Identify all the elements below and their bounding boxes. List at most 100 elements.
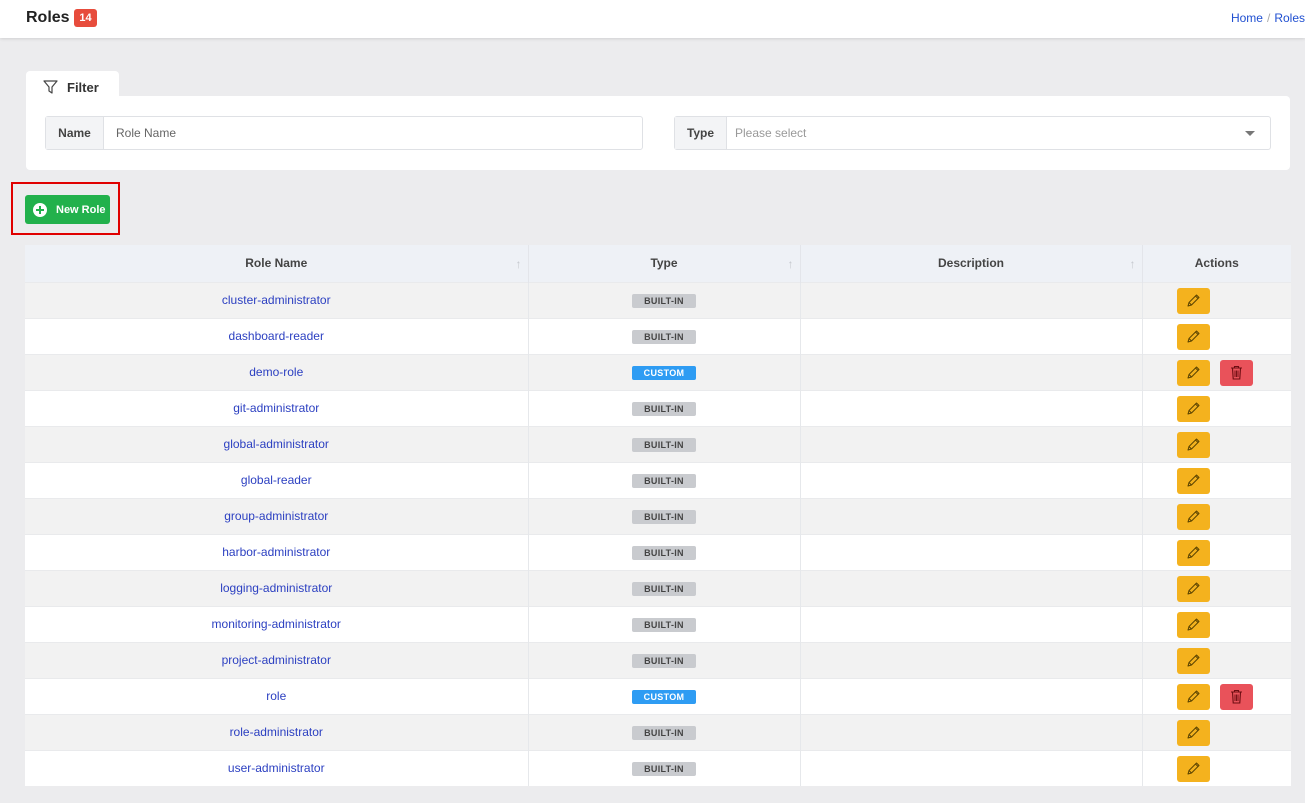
role-type-badge: BUILT-IN [632, 581, 696, 596]
edit-role-button[interactable] [1176, 431, 1210, 458]
filter-tab-label: Filter [67, 80, 99, 95]
role-description-cell [800, 425, 1143, 462]
role-description-cell [800, 353, 1143, 390]
role-name-link[interactable]: harbor-administrator [222, 545, 330, 559]
delete-role-button[interactable] [1219, 359, 1253, 386]
column-header-description[interactable]: Description ↑ [800, 245, 1143, 282]
role-name-link[interactable]: monitoring-administrator [212, 617, 341, 631]
role-name-cell: role-administrator [25, 713, 529, 750]
role-name-link[interactable]: group-administrator [224, 509, 328, 523]
pencil-icon [1187, 726, 1199, 738]
role-name-link[interactable]: global-reader [241, 473, 312, 487]
filter-panel: Name Type Please select [26, 96, 1290, 170]
breadcrumb-separator: / [1266, 11, 1271, 25]
role-type-badge: BUILT-IN [632, 761, 696, 776]
role-name-link[interactable]: demo-role [249, 365, 303, 379]
role-type-badge: BUILT-IN [632, 473, 696, 488]
edit-role-button[interactable] [1176, 611, 1210, 638]
edit-role-button[interactable] [1176, 467, 1210, 494]
type-filter[interactable]: Type Please select [674, 116, 1271, 150]
role-type-cell: CUSTOM [528, 677, 801, 714]
new-role-button-label: New Role [56, 204, 106, 216]
role-actions-cell [1142, 317, 1291, 354]
filter-tab[interactable]: Filter [26, 71, 119, 97]
role-description-cell [800, 713, 1143, 750]
plus-circle-icon [33, 203, 47, 217]
role-name-link[interactable]: git-administrator [233, 401, 319, 415]
role-type-cell: BUILT-IN [528, 497, 801, 534]
role-name-filter: Name [45, 116, 643, 150]
role-name-header-label: Role Name [245, 256, 308, 271]
table-row: role-administrator BUILT-IN [25, 713, 1291, 750]
role-type-cell: BUILT-IN [528, 425, 801, 462]
role-type-badge: BUILT-IN [632, 653, 696, 668]
role-actions-cell [1142, 497, 1291, 534]
pencil-icon [1187, 762, 1199, 774]
delete-role-button[interactable] [1219, 683, 1253, 710]
role-actions-cell [1142, 389, 1291, 426]
edit-role-button[interactable] [1176, 683, 1210, 710]
role-description-cell [800, 749, 1143, 786]
table-row: logging-administrator BUILT-IN [25, 569, 1291, 606]
role-name-cell: harbor-administrator [25, 533, 529, 570]
pencil-icon [1187, 546, 1199, 558]
edit-role-button[interactable] [1176, 719, 1210, 746]
table-row: group-administrator BUILT-IN [25, 497, 1291, 534]
role-type-cell: BUILT-IN [528, 317, 801, 354]
role-actions-cell [1142, 605, 1291, 642]
role-type-cell: BUILT-IN [528, 641, 801, 678]
pencil-icon [1187, 474, 1199, 486]
role-description-cell [800, 389, 1143, 426]
role-name-cell: global-administrator [25, 425, 529, 462]
role-name-cell: user-administrator [25, 749, 529, 786]
role-name-link[interactable]: global-administrator [224, 437, 329, 451]
edit-role-button[interactable] [1176, 287, 1210, 314]
edit-role-button[interactable] [1176, 755, 1210, 782]
new-role-button[interactable]: New Role [25, 195, 110, 224]
role-description-cell [800, 281, 1143, 318]
edit-role-button[interactable] [1176, 503, 1210, 530]
role-type-cell: BUILT-IN [528, 713, 801, 750]
edit-role-button[interactable] [1176, 539, 1210, 566]
role-description-cell [800, 605, 1143, 642]
role-name-link[interactable]: user-administrator [228, 761, 325, 775]
role-name-input[interactable] [116, 117, 636, 149]
breadcrumb-home-link[interactable]: Home [1231, 11, 1263, 25]
role-actions-cell [1142, 749, 1291, 786]
table-row: global-reader BUILT-IN [25, 461, 1291, 498]
column-header-type[interactable]: Type ↑ [528, 245, 801, 282]
pencil-icon [1187, 366, 1199, 378]
role-actions-cell [1142, 713, 1291, 750]
pencil-icon [1187, 294, 1199, 306]
column-header-role-name[interactable]: Role Name ↑ [25, 245, 529, 282]
edit-role-button[interactable] [1176, 323, 1210, 350]
pencil-icon [1187, 582, 1199, 594]
pencil-icon [1187, 402, 1199, 414]
edit-role-button[interactable] [1176, 647, 1210, 674]
role-type-badge: BUILT-IN [632, 329, 696, 344]
role-name-cell: git-administrator [25, 389, 529, 426]
filter-funnel-icon [43, 80, 58, 94]
breadcrumb-current: Roles [1274, 11, 1305, 25]
role-actions-cell [1142, 353, 1291, 390]
edit-role-button[interactable] [1176, 359, 1210, 386]
edit-role-button[interactable] [1176, 575, 1210, 602]
role-name-link[interactable]: role [266, 689, 286, 703]
role-name-link[interactable]: cluster-administrator [222, 293, 331, 307]
trash-icon [1230, 365, 1242, 380]
column-header-actions: Actions [1142, 245, 1291, 282]
role-type-cell: BUILT-IN [528, 533, 801, 570]
role-name-link[interactable]: role-administrator [230, 725, 323, 739]
table-row: role CUSTOM [25, 677, 1291, 714]
role-actions-cell [1142, 425, 1291, 462]
pencil-icon [1187, 510, 1199, 522]
role-name-link[interactable]: logging-administrator [220, 581, 332, 595]
role-name-link[interactable]: dashboard-reader [229, 329, 324, 343]
role-description-cell [800, 497, 1143, 534]
role-name-link[interactable]: project-administrator [222, 653, 331, 667]
role-description-cell [800, 677, 1143, 714]
role-actions-cell [1142, 677, 1291, 714]
edit-role-button[interactable] [1176, 395, 1210, 422]
table-row: monitoring-administrator BUILT-IN [25, 605, 1291, 642]
role-type-badge: BUILT-IN [632, 437, 696, 452]
